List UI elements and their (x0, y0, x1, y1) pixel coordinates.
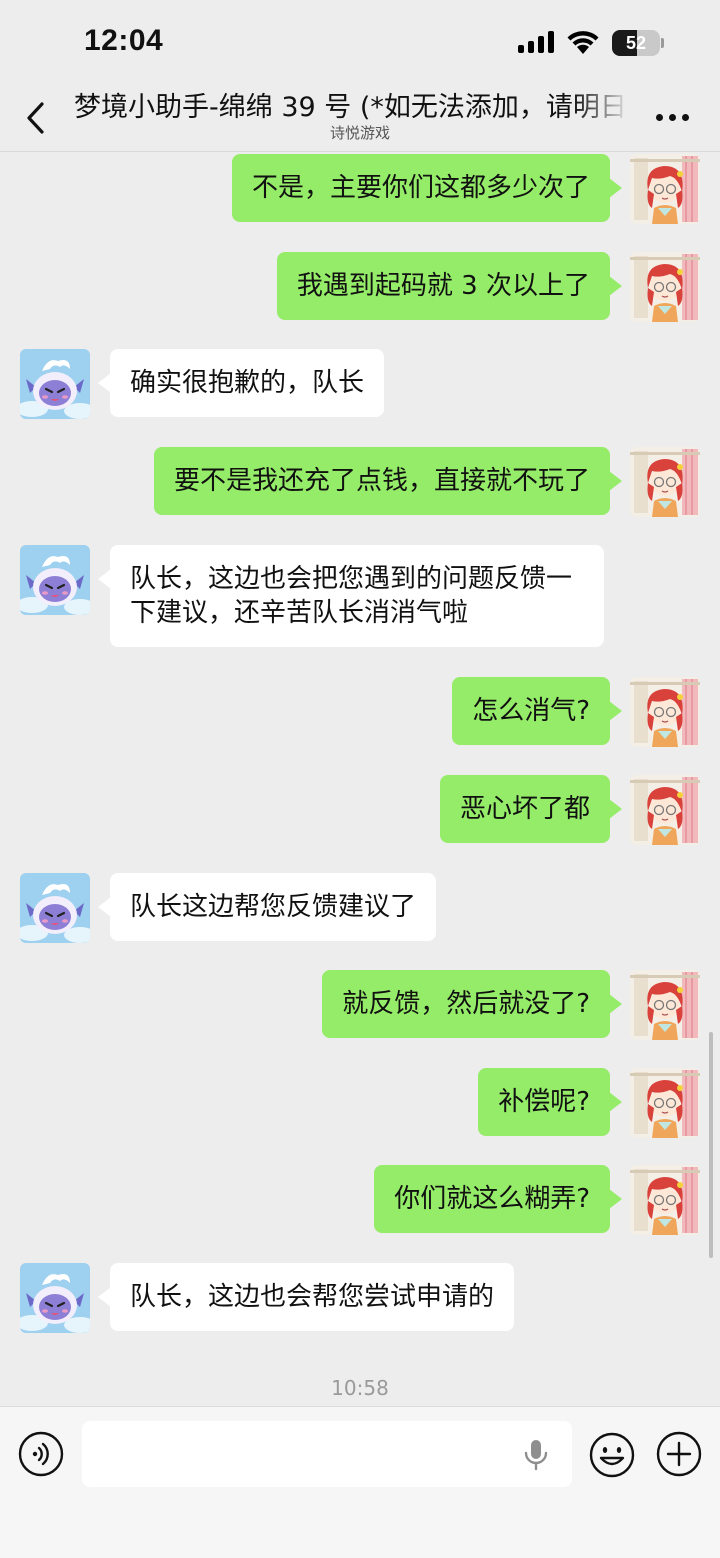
message-bubble-received[interactable]: 确实很抱歉的，队长 (97, 349, 385, 417)
emoji-button[interactable] (588, 1431, 636, 1479)
user-avatar[interactable] (630, 252, 700, 322)
message-input-bar (0, 1406, 720, 1558)
message-bubble-sent[interactable]: 要不是我还充了点钱，直接就不玩了 (153, 447, 623, 515)
cellular-signal-icon (518, 31, 556, 53)
battery-percentage: 52 (625, 33, 647, 53)
user-avatar[interactable] (630, 1165, 700, 1235)
voice-mode-button[interactable] (18, 1431, 64, 1477)
user-avatar[interactable] (630, 1068, 700, 1138)
message-bubble-sent[interactable]: 我遇到起码就 3 次以上了 (276, 252, 623, 320)
message-bubble-received[interactable]: 队长，这边也会把您遇到的问题反馈一下建议，还辛苦队长消消气啦 (98, 545, 604, 647)
status-bar: 12:04 52 (0, 0, 720, 86)
chat-screen: 12:04 52 梦境小助手-绵绵 39 号 (*如无法添加，请明日 诗悦游戏 … (0, 0, 720, 1558)
message-bubble-sent[interactable]: 你们就这么糊弄? (374, 1165, 622, 1233)
microphone-icon[interactable] (522, 1438, 550, 1472)
more-actions-button[interactable] (656, 1431, 702, 1477)
chat-header: 梦境小助手-绵绵 39 号 (*如无法添加，请明日 诗悦游戏 (0, 86, 720, 152)
user-avatar[interactable] (630, 447, 700, 517)
assistant-avatar[interactable] (20, 873, 90, 943)
user-avatar[interactable] (630, 775, 700, 845)
message-bubble-sent[interactable]: 就反馈，然后就没了? (322, 970, 622, 1038)
scrollbar[interactable] (709, 1032, 713, 1258)
status-time: 12:04 (84, 24, 164, 57)
user-avatar[interactable] (630, 154, 700, 224)
message-bubble-sent[interactable]: 恶心坏了都 (439, 775, 623, 843)
chat-subtitle: 诗悦游戏 (329, 124, 390, 142)
message-bubble-sent[interactable]: 不是，主要你们这都多少次了 (231, 154, 623, 222)
battery-icon: 52 (612, 30, 664, 56)
wifi-icon (567, 31, 599, 54)
message-bubble-sent[interactable]: 补偿呢? (478, 1068, 622, 1136)
assistant-avatar[interactable] (20, 349, 90, 419)
more-options-button[interactable] (656, 114, 690, 122)
message-bubble-received[interactable]: 队长这边帮您反馈建议了 (97, 873, 437, 941)
user-avatar[interactable] (630, 970, 700, 1040)
message-bubble-received[interactable]: 队长，这边也会帮您尝试申请的 (97, 1263, 515, 1331)
message-input[interactable] (82, 1421, 572, 1487)
assistant-avatar[interactable] (20, 1263, 90, 1333)
message-timestamp: 10:58 (331, 1376, 389, 1400)
message-bubble-sent[interactable]: 怎么消气? (452, 677, 622, 745)
user-avatar[interactable] (630, 677, 700, 747)
assistant-avatar[interactable] (20, 545, 90, 615)
